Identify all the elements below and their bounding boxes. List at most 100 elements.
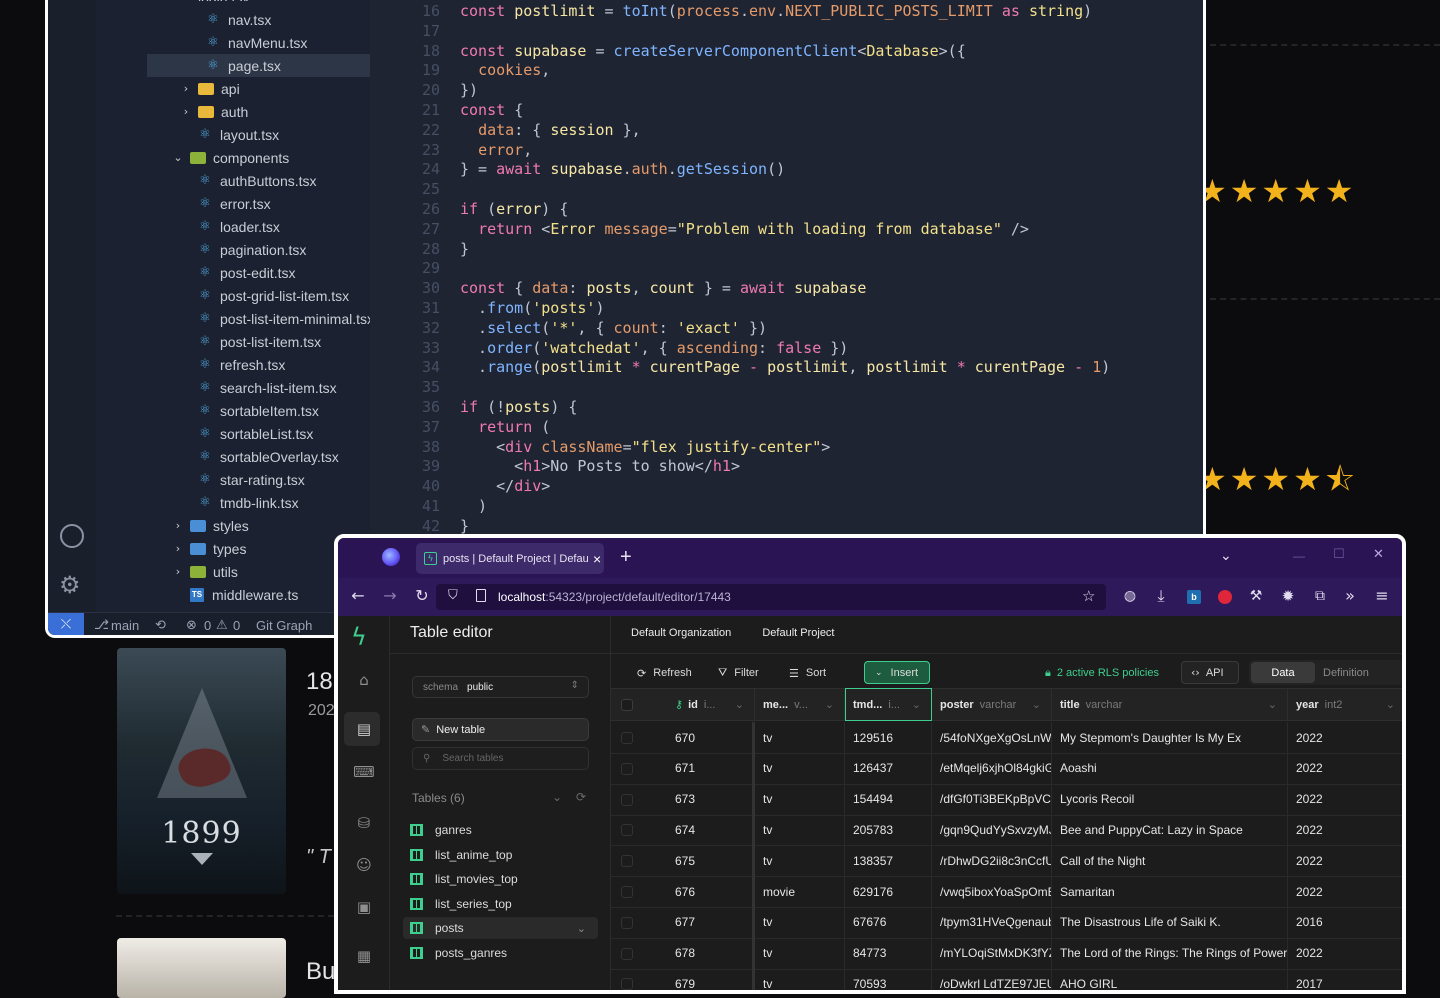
table-list-item[interactable]: posts_ganres: [410, 942, 507, 964]
explorer-item[interactable]: ⚛ nav.tsx: [206, 8, 271, 31]
table-cell[interactable]: /vwq5iboxYoaSpOmE: [932, 876, 1052, 907]
row-checkbox[interactable]: [621, 916, 633, 929]
explorer-item[interactable]: ⚛ tmdb-link.tsx: [198, 491, 298, 514]
table-cell[interactable]: Lycoris Recoil: [1052, 783, 1288, 815]
table-cell[interactable]: 674: [669, 814, 755, 846]
storage-icon[interactable]: ▣: [352, 895, 376, 919]
poster-image[interactable]: 1899: [117, 648, 286, 894]
tab-posts[interactable]: ϟ posts | Default Project | Default ×: [416, 543, 604, 574]
table-cell[interactable]: /mYLOqiStMxDK3fYZ: [932, 937, 1052, 969]
errors-count[interactable]: 0: [204, 618, 211, 633]
close-window-button[interactable]: ✕: [1373, 547, 1384, 562]
explorer-item[interactable]: › styles: [172, 514, 249, 537]
explorer-item[interactable]: › api: [180, 77, 240, 100]
explorer-item[interactable]: ⚛ sortableItem.tsx: [198, 399, 319, 422]
table-cell[interactable]: 670: [669, 722, 755, 753]
breadcrumb-org[interactable]: Default Organization: [631, 627, 731, 639]
table-cell[interactable]: /54foNXgeXgOsLnWb: [932, 722, 1052, 753]
sort-button[interactable]: ☰ Sort: [789, 662, 826, 684]
table-cell[interactable]: /gqn9QudYySxvzyMJ: [932, 814, 1052, 846]
table-cell[interactable]: 2016: [1288, 907, 1402, 938]
column-menu-chevron-icon[interactable]: ⌄: [735, 698, 744, 711]
table-cell[interactable]: 679: [669, 968, 755, 990]
explorer-item[interactable]: ⚛ loader.tsx: [198, 215, 280, 238]
table-row[interactable]: 678 tv 84773/mYLOqiStMxDK3fYZ The Lord of t…: [611, 937, 1402, 970]
poster-image[interactable]: [117, 938, 286, 998]
table-cell[interactable]: 675: [669, 845, 755, 877]
table-cell[interactable]: 677: [669, 906, 755, 938]
column-header-id[interactable]: ⚷ id i... ⌄: [669, 688, 755, 721]
git-graph-button[interactable]: Git Graph: [256, 618, 312, 633]
table-cell[interactable]: tv: [755, 968, 845, 990]
explorer-item[interactable]: ⚛ pagination.tsx: [198, 238, 306, 261]
new-tab-button[interactable]: +: [620, 546, 632, 569]
home-icon[interactable]: ⌂: [352, 668, 376, 692]
supabase-logo-icon[interactable]: ϟ: [351, 625, 367, 649]
table-cell[interactable]: 671: [669, 752, 755, 784]
table-cell[interactable]: tv: [755, 752, 845, 784]
explorer-item[interactable]: › utils: [172, 560, 238, 583]
table-cell[interactable]: /dfGf0Ti3BEKpBpVCV: [932, 783, 1052, 815]
row-checkbox[interactable]: [621, 762, 633, 775]
chevron-down-icon[interactable]: ⌄: [577, 922, 586, 935]
shield-icon[interactable]: ⛉: [448, 588, 458, 603]
table-row[interactable]: 674 tv 205783/gqn9QudYySxvzyMJ Bee and Pupp…: [611, 814, 1402, 847]
table-cell[interactable]: 2022: [1288, 876, 1402, 907]
chevron-down-icon[interactable]: ⌄: [172, 151, 184, 164]
explorer-item[interactable]: ⚛ authButtons.tsx: [198, 169, 316, 192]
explorer-item[interactable]: ⚛ sortableOverlay.tsx: [198, 445, 339, 468]
page-icon[interactable]: [476, 589, 486, 602]
row-checkbox[interactable]: [621, 886, 633, 898]
row-checkbox[interactable]: [621, 793, 633, 806]
table-cell[interactable]: 138357: [845, 845, 932, 877]
explorer-item[interactable]: › types: [172, 537, 247, 560]
table-cell[interactable]: /etMqelj6xjhOl84gkiG: [932, 752, 1052, 784]
sql-editor-icon[interactable]: ⌨: [352, 760, 376, 784]
row-checkbox[interactable]: [621, 947, 633, 960]
table-cell[interactable]: 154494: [845, 783, 932, 815]
column-header-title[interactable]: title varchar ⌄: [1052, 688, 1288, 721]
column-menu-chevron-icon[interactable]: ⌄: [1032, 698, 1041, 711]
table-cell[interactable]: movie: [755, 876, 845, 907]
table-cell[interactable]: 2017: [1288, 968, 1402, 990]
table-cell[interactable]: 629176: [845, 876, 932, 907]
sync-icon[interactable]: ⟲: [155, 618, 166, 633]
account-icon[interactable]: [60, 524, 84, 548]
list-tabs-chevron-icon[interactable]: ⌄: [1220, 548, 1232, 564]
table-cell[interactable]: 676: [669, 876, 755, 907]
table-cell[interactable]: Aoashi: [1052, 752, 1288, 784]
column-menu-chevron-icon[interactable]: ⌄: [1268, 698, 1277, 711]
explorer-item[interactable]: ⚛ search-list-item.tsx: [198, 376, 337, 399]
remote-icon[interactable]: ⤬: [48, 613, 84, 635]
table-cell[interactable]: The Disastrous Life of Saiki K.: [1052, 906, 1288, 938]
table-cell[interactable]: 2022: [1288, 784, 1402, 815]
table-cell[interactable]: tv: [755, 783, 845, 815]
table-cell[interactable]: 2022: [1288, 722, 1402, 753]
docs-icon[interactable]: ▦: [352, 944, 376, 968]
select-all-checkbox[interactable]: [621, 699, 633, 711]
auth-users-icon[interactable]: ☺: [352, 853, 376, 877]
column-header-me[interactable]: me... v... ⌄: [755, 688, 845, 721]
table-list-item[interactable]: ganres: [410, 819, 472, 841]
search-tables-input[interactable]: ⚲ Search tables: [412, 747, 589, 770]
table-cell[interactable]: /oDwkrl LdTZE97JEUB: [932, 968, 1052, 990]
rls-policies-link[interactable]: 🔒︎ 2 active RLS policies: [1045, 662, 1159, 684]
table-list-item[interactable]: posts ⌄: [403, 917, 598, 940]
breadcrumb-project[interactable]: Default Project: [762, 627, 834, 639]
explorer-item[interactable]: ⚛ navMenu.tsx: [206, 31, 307, 54]
table-cell[interactable]: tv: [755, 814, 845, 846]
extensions-puzzle-icon[interactable]: ⧉: [1310, 587, 1330, 605]
table-cell[interactable]: 2022: [1288, 938, 1402, 969]
explorer-item[interactable]: ⚛ post-grid-list-item.tsx: [198, 284, 349, 307]
table-cell[interactable]: Samaritan: [1052, 876, 1288, 907]
explorer-item[interactable]: ⚛ post-list-item.tsx: [198, 330, 321, 353]
column-header-year[interactable]: year int2 ⌄: [1288, 688, 1402, 721]
schema-select[interactable]: schema public ⇕: [412, 676, 589, 698]
explorer-item[interactable]: ⚛ post-edit.tsx: [198, 261, 295, 284]
chevron-right-icon[interactable]: ›: [180, 82, 192, 95]
explorer-item[interactable]: ⚛ refresh.tsx: [198, 353, 285, 376]
explorer-item[interactable]: TS middleware.ts: [190, 583, 298, 606]
table-row[interactable]: 671 tv 126437/etMqelj6xjhOl84gkiG Aoashi 202…: [611, 752, 1402, 785]
bookmark-star-icon[interactable]: ☆: [1082, 587, 1095, 605]
insert-button[interactable]: ⌄ Insert: [864, 661, 930, 684]
